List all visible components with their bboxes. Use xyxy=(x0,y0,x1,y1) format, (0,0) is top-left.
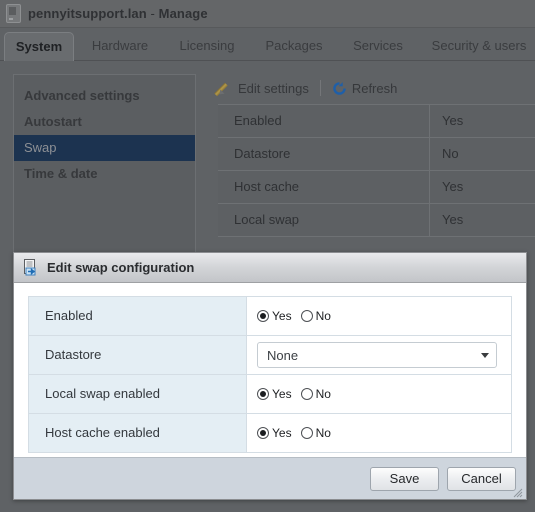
edit-settings-label: Edit settings xyxy=(238,80,309,96)
swap-settings-table: Enabled Yes Datastore No Host cache Yes … xyxy=(218,104,535,237)
radio-label: Yes xyxy=(272,387,292,401)
datastore-select[interactable]: None xyxy=(257,342,497,368)
table-cell-label: Enabled xyxy=(218,105,430,137)
table-cell-value: No xyxy=(442,146,459,161)
radio-label: No xyxy=(315,387,331,401)
window-title-host: pennyitsupport.lan xyxy=(28,6,147,21)
radio-label: Yes xyxy=(272,309,292,323)
form-label-datastore: Datastore xyxy=(29,336,247,374)
radio-host-cache-yes[interactable]: Yes xyxy=(257,426,292,440)
toolbar-divider xyxy=(319,80,321,96)
table-cell-value: Yes xyxy=(442,113,464,128)
sidebar-item-time-and-date[interactable]: Time & date xyxy=(14,161,195,187)
form-row-enabled: Enabled Yes No xyxy=(29,297,511,336)
sidebar-item-swap[interactable]: Swap xyxy=(14,135,195,161)
tab-system[interactable]: System xyxy=(4,32,74,61)
save-button[interactable]: Save xyxy=(370,466,439,491)
form-control-local-swap-enabled: Yes No xyxy=(247,375,511,413)
form-row-datastore: Datastore None xyxy=(29,336,511,375)
radio-local-swap-yes[interactable]: Yes xyxy=(257,387,292,401)
tab-services[interactable]: Services xyxy=(342,32,414,61)
sidebar: Advanced settings Autostart Swap Time & … xyxy=(13,74,196,256)
form-label-enabled: Enabled xyxy=(29,297,247,335)
radio-enabled-no[interactable]: No xyxy=(300,309,331,323)
host-icon xyxy=(6,4,21,23)
table-cell-label: Host cache xyxy=(218,171,430,203)
radio-label: No xyxy=(315,426,331,440)
edit-swap-configuration-dialog: Edit swap configuration Enabled Yes No D… xyxy=(13,252,527,500)
edit-document-icon xyxy=(23,259,39,276)
tab-licensing[interactable]: Licensing xyxy=(168,32,246,61)
table-cell-label: Datastore xyxy=(218,138,430,170)
refresh-icon xyxy=(332,81,347,96)
tab-bar: System Hardware Licensing Packages Servi… xyxy=(0,28,535,61)
tab-security-and-users[interactable]: Security & users xyxy=(424,32,534,61)
radio-dot-icon xyxy=(300,388,313,400)
radio-group-enabled: Yes No xyxy=(257,309,340,323)
form-control-datastore: None xyxy=(247,336,511,374)
tab-packages[interactable]: Packages xyxy=(256,32,332,61)
window-title-separator: - xyxy=(146,6,159,21)
table-cell-label: Local swap xyxy=(218,204,430,236)
form-row-host-cache-enabled: Host cache enabled Yes No xyxy=(29,414,511,453)
radio-label: Yes xyxy=(272,426,292,440)
radio-label: No xyxy=(315,309,331,323)
dialog-titlebar: Edit swap configuration xyxy=(14,253,526,283)
radio-dot-icon xyxy=(257,427,269,439)
swap-configuration-form: Enabled Yes No Datastore None Local swap… xyxy=(28,296,512,453)
form-control-enabled: Yes No xyxy=(247,297,511,335)
radio-dot-icon xyxy=(257,388,269,400)
table-cell-value: Yes xyxy=(442,179,464,194)
edit-settings-button[interactable]: Edit settings xyxy=(218,81,309,96)
table-row: Local swap Yes xyxy=(218,204,535,237)
form-label-local-swap-enabled: Local swap enabled xyxy=(29,375,247,413)
cancel-button[interactable]: Cancel xyxy=(447,466,516,491)
radio-group-local-swap-enabled: Yes No xyxy=(257,387,340,401)
dialog-title: Edit swap configuration xyxy=(47,260,195,275)
tab-hardware[interactable]: Hardware xyxy=(82,32,158,61)
chevron-down-icon xyxy=(481,352,489,358)
window-title: pennyitsupport.lan - Manage xyxy=(28,6,208,21)
sidebar-item-advanced-settings[interactable]: Advanced settings xyxy=(14,83,195,109)
radio-dot-icon xyxy=(300,427,313,439)
datastore-select-value: None xyxy=(267,347,299,363)
table-row: Enabled Yes xyxy=(218,105,535,138)
table-row: Host cache Yes xyxy=(218,171,535,204)
form-row-local-swap-enabled: Local swap enabled Yes No xyxy=(29,375,511,414)
table-cell-value: Yes xyxy=(442,212,464,227)
refresh-button[interactable]: Refresh xyxy=(332,80,398,96)
dialog-body: Enabled Yes No Datastore None Local swap… xyxy=(14,283,526,457)
radio-group-host-cache-enabled: Yes No xyxy=(257,426,340,440)
refresh-label: Refresh xyxy=(351,80,398,96)
form-control-host-cache-enabled: Yes No xyxy=(247,414,511,452)
pencil-icon xyxy=(218,81,233,96)
radio-dot-icon xyxy=(257,310,269,322)
dialog-footer: Save Cancel xyxy=(14,457,526,499)
radio-local-swap-no[interactable]: No xyxy=(300,387,331,401)
window-title-action: Manage xyxy=(158,6,208,21)
resize-grip-icon[interactable] xyxy=(512,486,523,498)
content-toolbar: Edit settings Refresh xyxy=(218,76,397,100)
sidebar-item-autostart[interactable]: Autostart xyxy=(14,109,195,135)
radio-enabled-yes[interactable]: Yes xyxy=(257,309,292,323)
form-label-host-cache-enabled: Host cache enabled xyxy=(29,414,247,452)
radio-dot-icon xyxy=(300,310,313,322)
window-titlebar: pennyitsupport.lan - Manage xyxy=(0,0,535,28)
table-row: Datastore No xyxy=(218,138,535,171)
radio-host-cache-no[interactable]: No xyxy=(300,426,331,440)
